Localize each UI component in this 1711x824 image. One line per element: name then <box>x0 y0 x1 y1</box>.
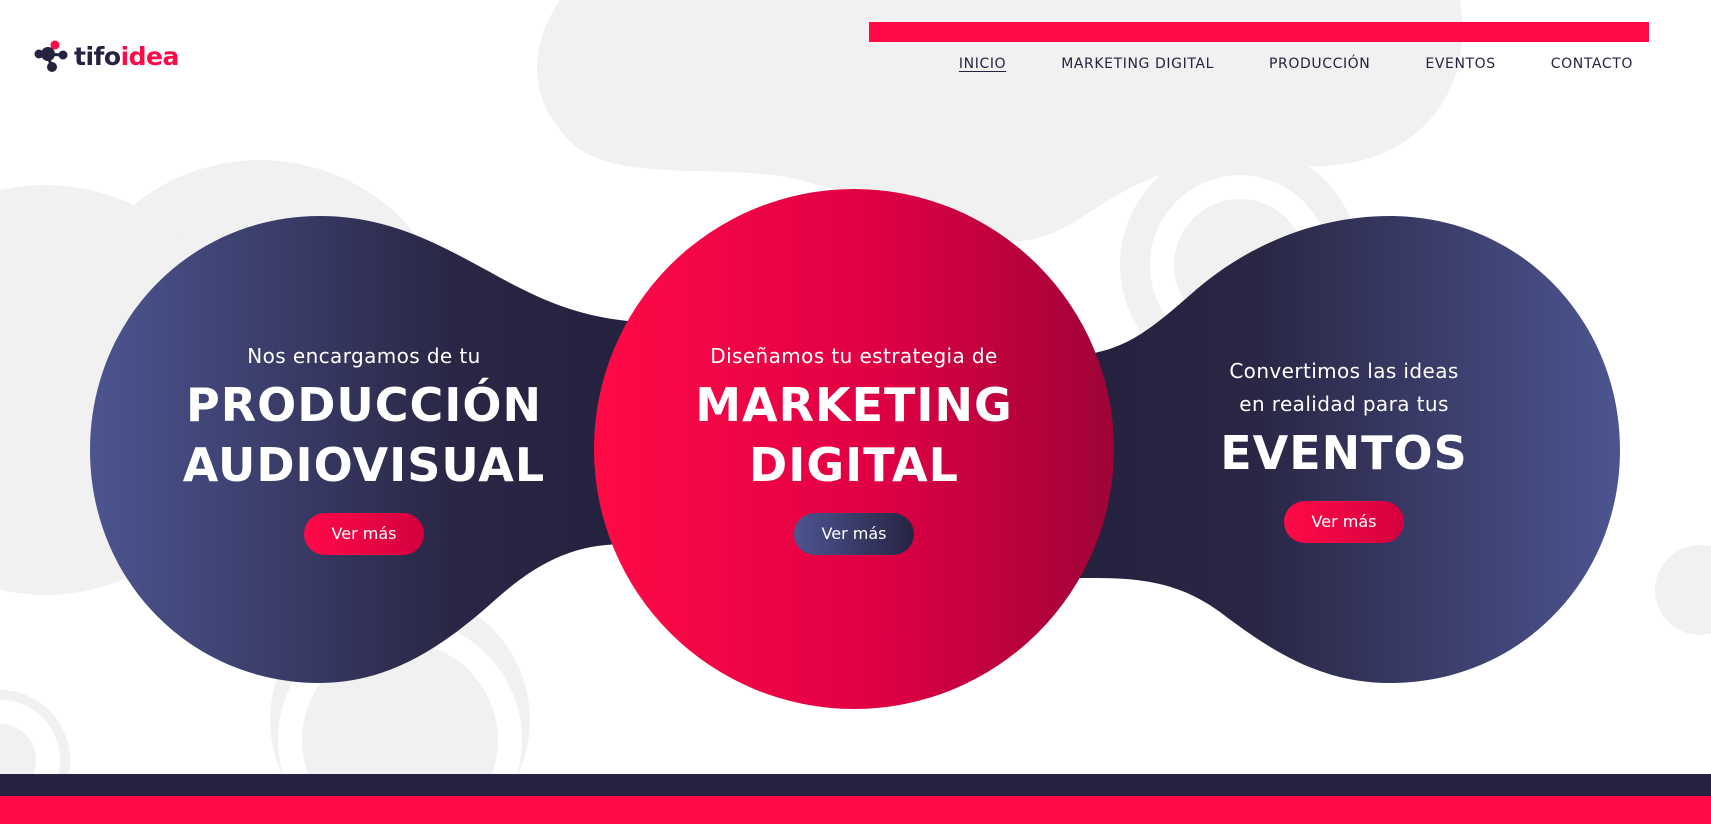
service-card-marketing: Diseñamos tu estrategia de MARKETING DIG… <box>654 340 1054 555</box>
service-card-eventos: Convertimos las ideas en realidad para t… <box>1144 355 1544 543</box>
card-headline: MARKETING DIGITAL <box>695 378 1013 492</box>
nav-item-inicio[interactable]: INICIO <box>959 56 1006 72</box>
ver-mas-button-marketing[interactable]: Ver más <box>794 513 914 555</box>
top-accent-bar <box>869 22 1649 42</box>
molecule-icon <box>34 40 68 72</box>
footer-red-band <box>0 796 1711 824</box>
card-headline: PRODUCCIÓN AUDIOVISUAL <box>182 378 546 492</box>
footer-navy-band <box>0 774 1711 796</box>
nav-item-produccion[interactable]: PRODUCCIÓN <box>1269 56 1370 72</box>
ver-mas-button-eventos[interactable]: Ver más <box>1284 501 1404 543</box>
ver-mas-button-produccion[interactable]: Ver más <box>304 513 424 555</box>
card-intro: Nos encargamos de tu <box>247 344 481 368</box>
main-nav: INICIO MARKETING DIGITAL PRODUCCIÓN EVEN… <box>904 56 1633 72</box>
card-intro: Diseñamos tu estrategia de <box>710 344 998 368</box>
card-headline: EVENTOS <box>1220 426 1468 480</box>
hero-page: tifoidea INICIO MARKETING DIGITAL PRODUC… <box>0 0 1711 824</box>
nav-item-eventos[interactable]: EVENTOS <box>1425 56 1495 72</box>
tifoidea-logo[interactable]: tifoidea <box>34 38 179 74</box>
service-card-produccion: Nos encargamos de tu PRODUCCIÓN AUDIOVIS… <box>164 340 564 555</box>
logo-wordmark: tifoidea <box>74 41 179 71</box>
card-intro: Convertimos las ideas en realidad para t… <box>1229 359 1459 416</box>
nav-item-contacto[interactable]: CONTACTO <box>1551 56 1633 72</box>
nav-item-marketing-digital[interactable]: MARKETING DIGITAL <box>1061 56 1214 72</box>
